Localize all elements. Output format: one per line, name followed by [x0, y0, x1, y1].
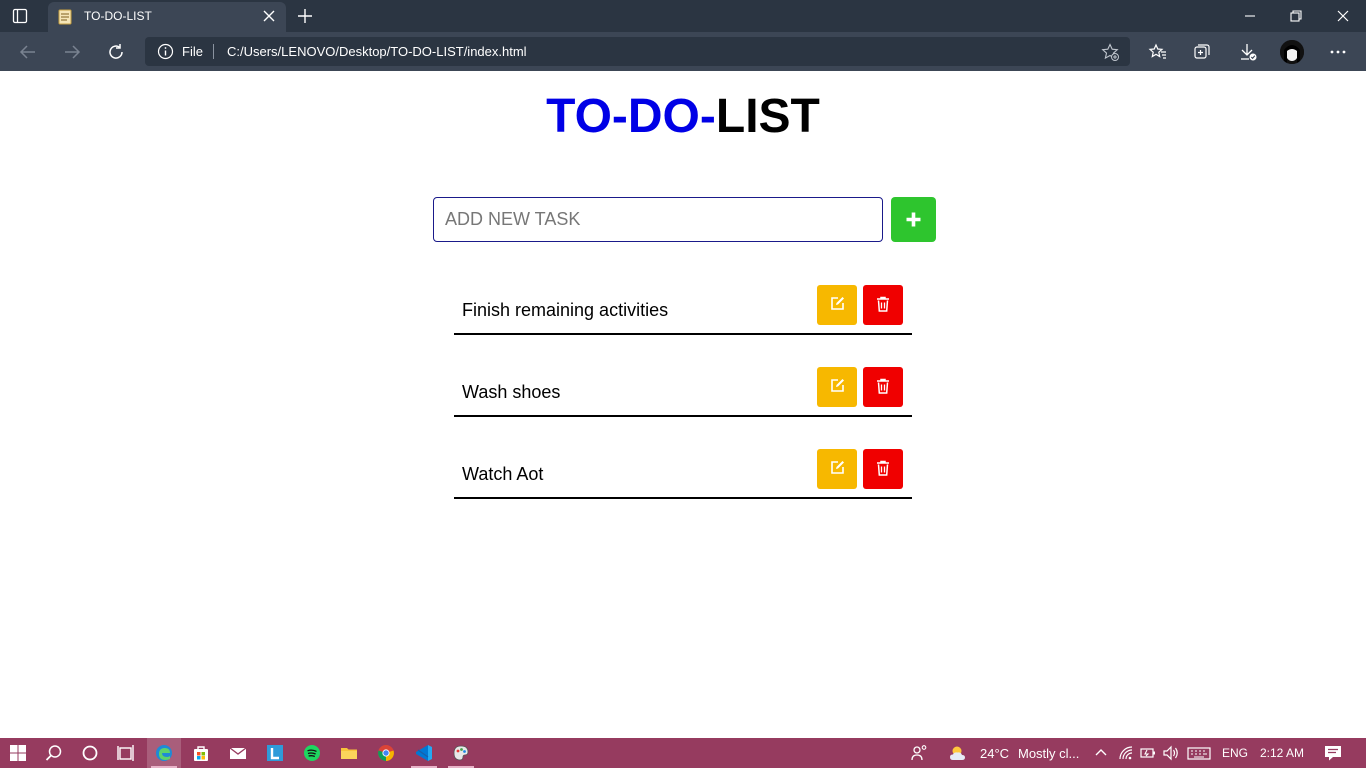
minimize-icon[interactable] [1242, 8, 1258, 24]
task-item: Watch Aot [454, 449, 912, 499]
task-text: Watch Aot [462, 464, 544, 484]
page-favicon-icon [58, 9, 72, 25]
task-view-icon[interactable] [117, 744, 135, 762]
weather-icon[interactable] [948, 744, 972, 762]
spotify-icon[interactable] [303, 744, 321, 762]
close-window-icon[interactable] [1335, 8, 1351, 24]
keyboard-icon[interactable] [1187, 744, 1211, 762]
vscode-icon[interactable] [415, 744, 433, 762]
refresh-icon[interactable] [106, 42, 126, 62]
windows-start-icon[interactable] [9, 744, 27, 762]
microsoft-store-icon[interactable] [192, 744, 210, 762]
restore-icon[interactable] [1288, 8, 1304, 24]
edit-icon [831, 297, 844, 310]
edit-icon [831, 461, 844, 474]
search-icon[interactable] [45, 744, 63, 762]
wifi-icon[interactable] [1117, 744, 1135, 762]
paint-icon[interactable] [452, 744, 470, 762]
close-tab-icon[interactable] [262, 9, 276, 23]
page-title-accent: TO-DO- [546, 90, 716, 143]
task-item: Wash shoes [454, 367, 912, 417]
more-options-icon[interactable] [1328, 42, 1348, 62]
add-task-button[interactable] [891, 197, 936, 242]
mail-icon[interactable] [229, 744, 247, 762]
trash-icon [877, 378, 889, 394]
delete-task-button[interactable] [863, 367, 903, 407]
file-explorer-icon[interactable] [340, 744, 358, 762]
address-url[interactable]: C:/Users/LENOVO/Desktop/TO-DO-LIST/index… [227, 44, 527, 59]
edit-task-button[interactable] [817, 367, 857, 407]
collections-icon[interactable] [1192, 42, 1212, 62]
edit-task-button[interactable] [817, 449, 857, 489]
edit-task-button[interactable] [817, 285, 857, 325]
notifications-icon[interactable] [1324, 744, 1342, 762]
info-icon[interactable] [157, 43, 174, 60]
trash-icon [877, 296, 889, 312]
weather-temperature[interactable]: 24°C [980, 746, 1009, 761]
address-scheme-label: File [182, 44, 203, 59]
trash-icon [877, 460, 889, 476]
task-text: Wash shoes [462, 382, 561, 402]
app-l-icon[interactable] [266, 744, 284, 762]
page-title-rest: LIST [715, 90, 820, 143]
tab-actions-icon[interactable] [12, 8, 28, 24]
browser-title-bar: TO-DO-LIST [0, 0, 1366, 32]
chevron-up-icon[interactable] [1092, 744, 1110, 762]
people-icon[interactable] [911, 744, 929, 762]
downloads-icon[interactable] [1238, 42, 1258, 62]
address-separator [213, 44, 214, 59]
edit-icon [831, 379, 844, 392]
add-favorite-icon[interactable] [1100, 42, 1120, 62]
volume-icon[interactable] [1162, 744, 1180, 762]
forward-arrow-icon[interactable] [62, 42, 82, 62]
system-clock[interactable]: 2:12 AM [1260, 746, 1304, 760]
address-bar[interactable]: File C:/Users/LENOVO/Desktop/TO-DO-LIST/… [145, 37, 1130, 66]
edge-browser-icon[interactable] [155, 744, 173, 762]
cortana-icon[interactable] [81, 744, 99, 762]
weather-condition[interactable]: Mostly cl... [1018, 746, 1079, 761]
browser-tab[interactable]: TO-DO-LIST [48, 2, 286, 32]
browser-toolbar: File C:/Users/LENOVO/Desktop/TO-DO-LIST/… [0, 32, 1366, 71]
input-language[interactable]: ENG [1222, 746, 1248, 760]
task-text: Finish remaining activities [462, 300, 669, 320]
delete-task-button[interactable] [863, 285, 903, 325]
page-title: TO-DO-LIST [0, 88, 1366, 146]
windows-taskbar: 24°C Mostly cl... ENG 2:12 AM [0, 738, 1366, 768]
chrome-icon[interactable] [377, 744, 395, 762]
tab-title: TO-DO-LIST [84, 9, 152, 23]
task-item: Finish remaining activities [454, 285, 912, 335]
plus-icon [906, 212, 921, 227]
delete-task-button[interactable] [863, 449, 903, 489]
new-tab-icon[interactable] [296, 7, 314, 25]
favorites-icon[interactable] [1148, 42, 1168, 62]
new-task-input[interactable] [433, 197, 883, 242]
back-arrow-icon[interactable] [18, 42, 38, 62]
battery-icon[interactable] [1139, 744, 1157, 762]
profile-avatar[interactable] [1280, 40, 1304, 64]
